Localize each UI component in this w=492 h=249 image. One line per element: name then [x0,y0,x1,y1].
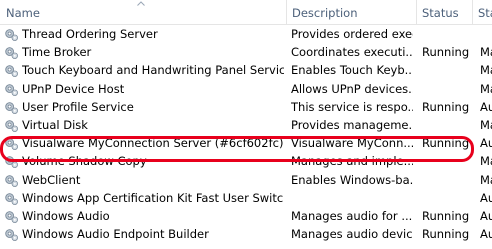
service-row[interactable]: WebClient Enables Windows-ba... Ma [0,171,492,189]
service-status [422,189,474,207]
service-status: Running [422,99,470,114]
service-startup-type: Au [480,136,492,151]
gear-icon [4,100,19,115]
service-startup-type: Ma [480,117,492,132]
service-row[interactable]: Time Broker Coordinates executi... Running… [0,43,492,61]
service-name: WebClient [22,172,81,187]
gear-icon [4,27,19,42]
gear-icon [4,45,19,60]
gear-icon [4,209,19,224]
sort-ascending-icon [137,1,145,6]
gear-icon [4,82,19,97]
service-startup-type: Au [480,190,492,205]
service-name: Time Broker [22,45,92,60]
service-name: Thread Ordering Server [22,27,158,41]
service-description: Coordinates executi... [291,45,413,60]
gear-icon [4,191,19,206]
service-name: Visualware MyConnection Server (#6cf602f… [22,136,284,151]
service-row[interactable]: UPnP Device Host Allows UPnP devices... Ma [0,80,492,98]
service-description: Enables Windows-ba... [291,172,413,187]
column-header-description[interactable]: Description [286,0,416,24]
service-row[interactable]: Touch Keyboard and Handwriting Panel Ser… [0,61,492,79]
service-row[interactable]: Visualware MyConnection Server (#6cf602f… [0,134,492,152]
gear-icon [4,173,19,188]
service-startup-type: Ma [480,154,492,169]
service-description: Visualware MyConn... [291,136,413,151]
service-status: Running [422,136,470,151]
service-status: Running [422,45,470,60]
service-row[interactable]: Volume Shadow Copy Manages and imple... Ma [0,152,492,170]
gear-icon [4,227,19,242]
service-startup-type: Ma [480,81,492,96]
service-description: Provides ordered exec... [291,27,413,41]
service-startup-type: Ma [480,45,492,60]
service-name: User Profile Service [22,99,134,114]
service-startup-type [480,25,492,43]
service-row[interactable]: User Profile Service This service is resp… [0,98,492,116]
service-description: This service is respo... [291,99,413,114]
gear-icon [4,136,19,151]
service-description: Enables Touch Keyb... [291,63,413,78]
service-description: Provides manageme... [291,117,413,132]
gear-icon [4,118,19,133]
column-header-bar: Name Description Status Sta [0,0,492,25]
service-startup-type: Au [480,208,492,223]
service-description: Allows UPnP devices... [291,81,413,96]
column-header-startup-type[interactable]: Sta [472,0,492,24]
service-startup-type: Ma [480,172,492,187]
column-header-status[interactable]: Status [416,0,472,24]
service-description [291,189,413,207]
service-status [422,152,474,170]
service-name: Touch Keyboard and Handwriting Panel Ser… [22,63,284,78]
service-name: Windows App Certification Kit Fast User … [22,190,284,205]
horizontal-scrollbar[interactable] [0,241,492,249]
service-name: Virtual Disk [22,117,88,132]
service-status: Running [422,208,470,223]
service-status [422,116,474,134]
service-name: Volume Shadow Copy [22,154,147,169]
service-description: Manages audio for ... [291,208,413,223]
service-startup-type: Ma [480,63,492,78]
service-status [422,80,474,98]
service-row[interactable]: Windows App Certification Kit Fast User … [0,189,492,207]
services-list: Thread Ordering Server Provides ordered e… [0,25,492,243]
service-name: UPnP Device Host [22,81,125,96]
service-status [422,171,474,189]
service-startup-type: Au [480,99,492,114]
service-row[interactable]: Windows Audio Manages audio for ... Runnin… [0,207,492,225]
gear-icon [4,154,19,169]
service-status [422,61,474,79]
gear-icon [4,63,19,78]
service-row[interactable]: Thread Ordering Server Provides ordered e… [0,25,492,43]
service-status [422,25,474,43]
service-description: Manages and imple... [291,154,413,169]
service-row[interactable]: Virtual Disk Provides manageme... Ma [0,116,492,134]
service-name: Windows Audio [22,208,110,223]
